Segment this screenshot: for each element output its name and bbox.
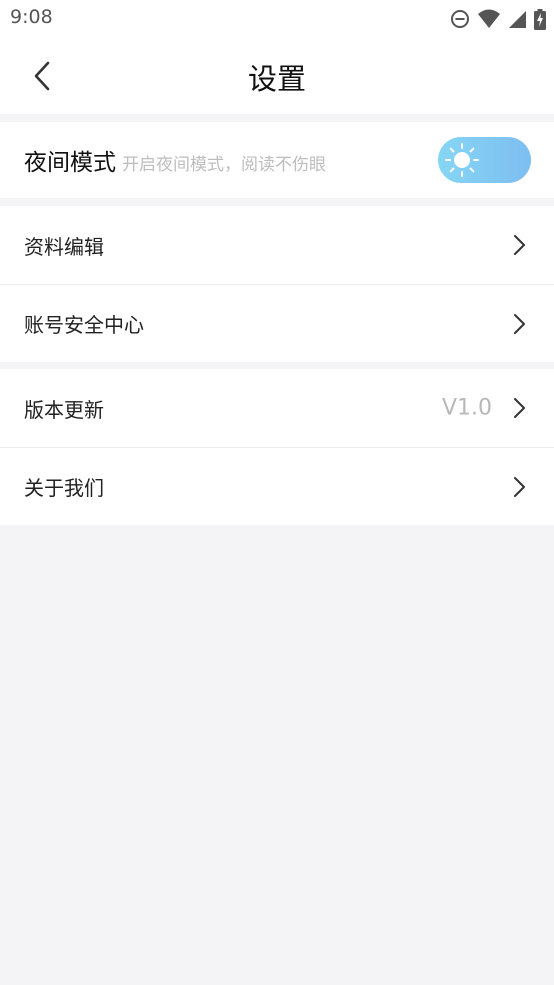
list-item-label: 资料编辑 [24,234,104,259]
chevron-right-icon [512,313,526,335]
night-mode-hint: 开启夜间模式，阅读不伤眼 [122,154,326,175]
version-value: V1.0 [441,395,492,421]
night-mode-toggle[interactable] [438,137,531,183]
list-item-about-us[interactable]: 关于我们 [0,447,554,525]
status-bar: 9:08 [0,0,554,38]
list-item-label: 关于我们 [24,476,104,500]
night-mode-label: 夜间模式 [24,150,116,176]
list-item-account-security[interactable]: 账号安全中心 [0,284,554,362]
status-time: 9:08 [10,6,53,28]
do-not-disturb-icon [450,9,470,29]
profile-group: 资料编辑 账号安全中心 [0,206,554,362]
night-mode-group: 夜间模式 开启夜间模式，阅读不伤眼 [0,122,554,198]
signal-icon [508,10,527,29]
page-title: 设置 [247,62,306,96]
list-item-label: 账号安全中心 [24,313,144,337]
chevron-right-icon [512,397,526,419]
list-item-version-update[interactable]: 版本更新 V1.0 [0,369,554,447]
list-item-label: 版本更新 [24,397,104,422]
night-mode-row: 夜间模式 开启夜间模式，阅读不伤眼 [0,122,554,198]
chevron-right-icon [512,476,526,498]
list-item-profile-edit[interactable]: 资料编辑 [0,206,554,284]
sun-icon [444,142,480,178]
about-group: 版本更新 V1.0 关于我们 [0,369,554,525]
battery-charging-icon [534,8,546,30]
nav-bar: 设置 [0,38,554,114]
status-icons [450,8,546,30]
chevron-right-icon [512,234,526,256]
wifi-icon [477,9,501,29]
